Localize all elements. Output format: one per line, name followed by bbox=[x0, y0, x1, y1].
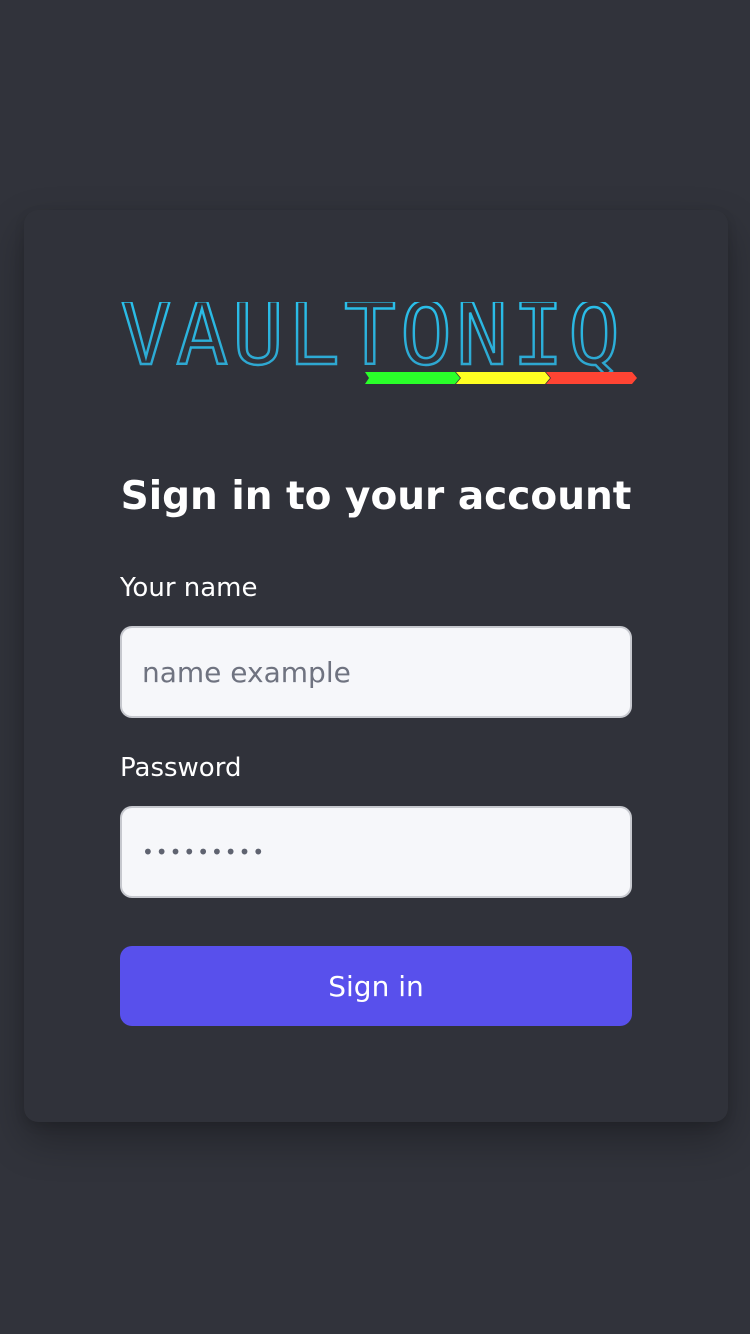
password-input[interactable] bbox=[120, 806, 632, 898]
vaultoniq-logo: VAULTONIQ bbox=[120, 302, 640, 394]
password-label: Password bbox=[120, 753, 242, 783]
logo-yellow-segment bbox=[456, 372, 550, 384]
sign-in-card: VAULTONIQ Sign in to your account Your n… bbox=[24, 210, 728, 1122]
sign-in-title: Sign in to your account bbox=[120, 474, 632, 519]
logo-red-segment bbox=[546, 372, 637, 384]
name-label: Your name bbox=[120, 573, 258, 603]
sign-in-button[interactable]: Sign in bbox=[120, 946, 632, 1026]
name-input[interactable] bbox=[120, 626, 632, 718]
logo-green-segment bbox=[365, 372, 460, 384]
